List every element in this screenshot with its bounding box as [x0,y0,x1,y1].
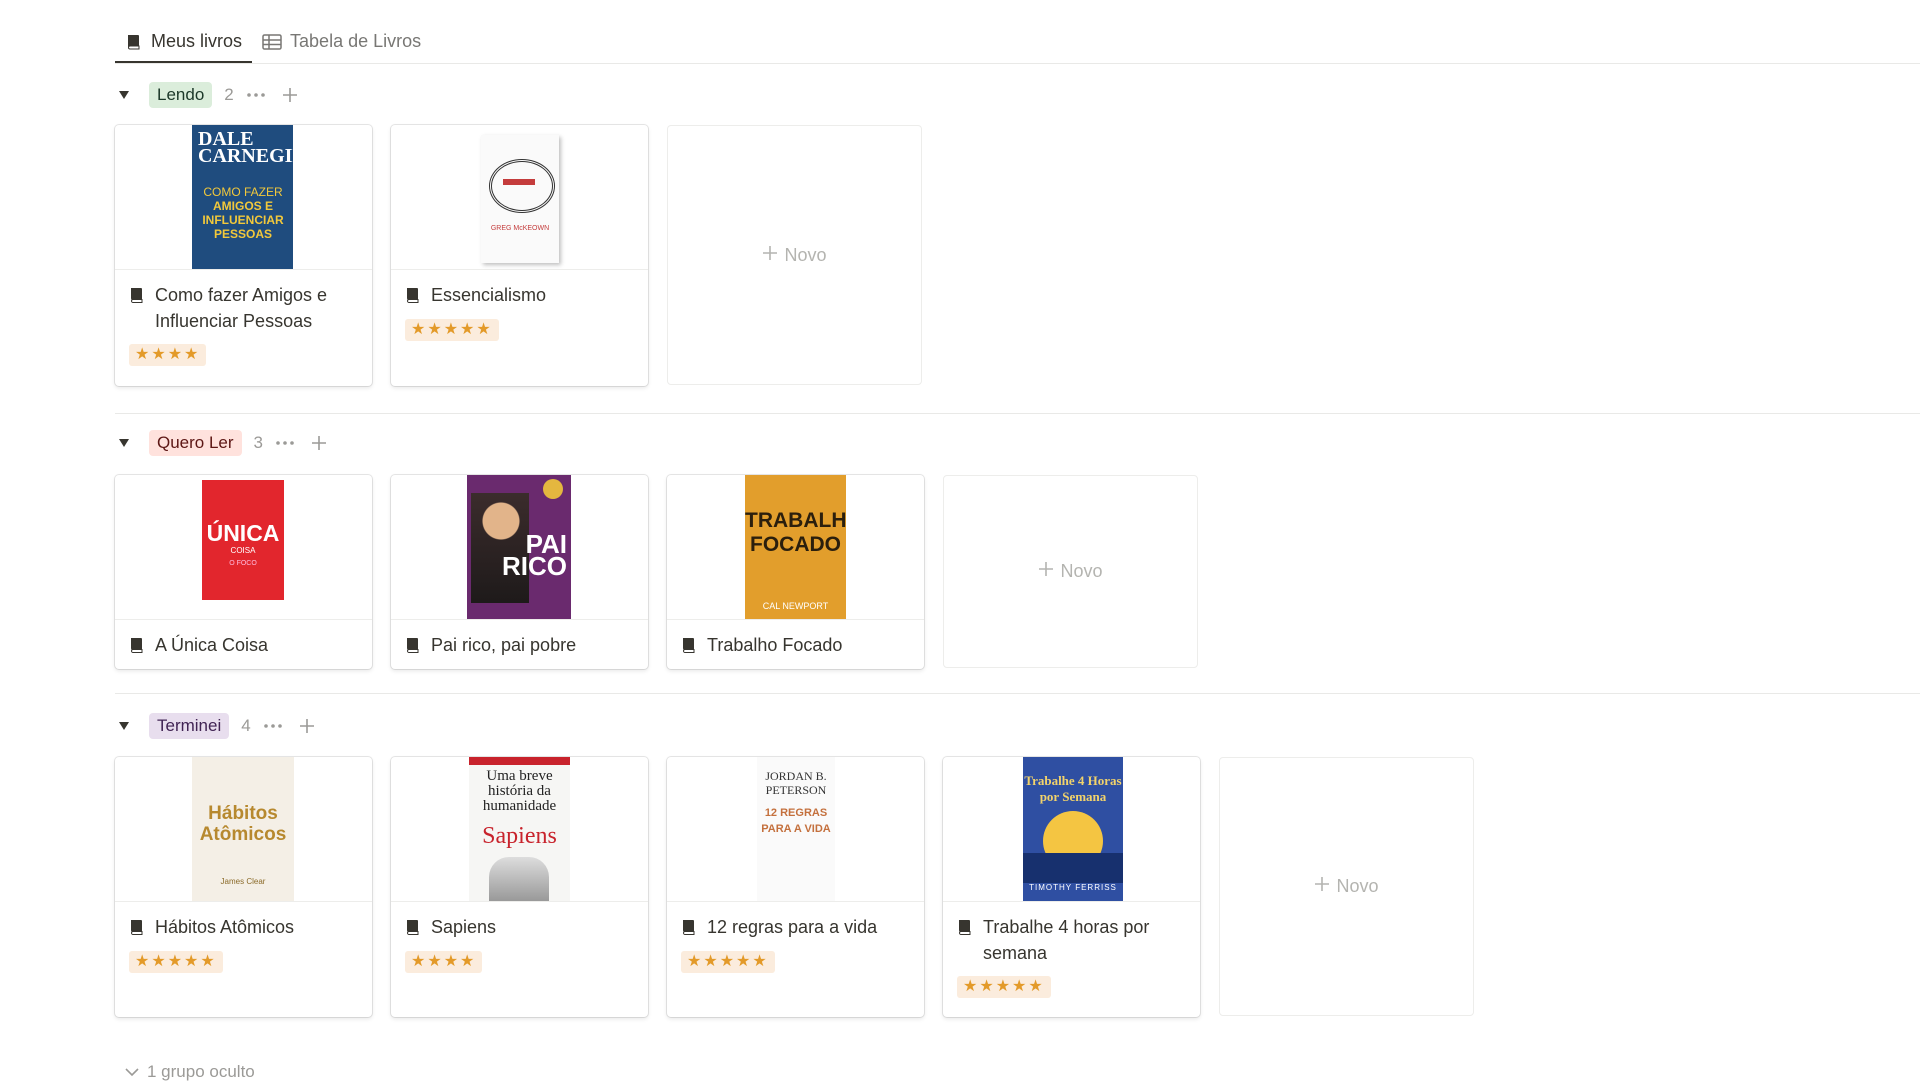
group-header-quero-ler: Quero Ler 3 [115,426,1920,460]
book-icon [129,287,145,309]
cover-art: ÚNICA COISA O FOCO [202,480,284,600]
book-title: A Única Coisa [155,635,269,655]
book-icon [681,919,697,941]
more-options-icon[interactable] [273,431,297,455]
book-icon [129,919,145,941]
plus-icon [762,245,778,266]
card-row-lendo: DALE CARNEGIE COMO FAZER AMIGOS E INFLUE… [115,125,922,386]
book-title: Sapiens [431,917,497,937]
book-cover: PAI RICO [391,475,648,620]
view-tabs: Meus livros Tabela de Livros [115,22,1920,63]
book-icon [957,919,973,941]
tab-label: Meus livros [151,31,243,51]
book-icon [125,33,143,51]
book-cover: GREG McKEOWN [391,125,648,270]
book-cover: DALE CARNEGIE COMO FAZER AMIGOS E INFLUE… [115,125,372,270]
cover-art: PAI RICO [467,475,571,619]
collapse-toggle-icon[interactable] [115,717,133,735]
group-header-terminei: Terminei 4 [115,709,1920,743]
tab-tabela-de-livros[interactable]: Tabela de Livros [252,22,431,63]
group-divider [115,693,1920,694]
group-label-pill: Terminei [149,713,230,739]
book-title: Como fazer Amigos e Influenciar Pessoas [155,285,328,331]
rating-stars: ★★★★★ [129,951,223,973]
book-title: 12 regras para a vida [707,917,878,937]
book-cover: TRABALHO FOCADO CAL NEWPORT [667,475,924,620]
book-cover: Trabalhe 4 Horas por Semana TIMOTHY FERR… [943,757,1200,902]
book-card[interactable]: Hábitos Atômicos James Clear Hábitos Atô… [115,757,372,1017]
group-header-lendo: Lendo 2 [115,78,1920,112]
group-label-pill: Lendo [149,82,213,108]
book-card[interactable]: GREG McKEOWN Essencialismo ★★★★★ [391,125,648,386]
new-card-button[interactable]: Novo [667,125,922,385]
book-icon [405,287,421,309]
group-count: 4 [241,716,251,735]
book-title: Hábitos Atômicos [155,917,295,937]
book-cover: Hábitos Atômicos James Clear [115,757,372,902]
book-icon [129,637,145,659]
cover-art: JORDAN B. PETERSON 12 REGRAS PARA A VIDA [757,757,835,901]
book-title: Pai rico, pai pobre [431,635,577,655]
rating-stars: ★★★★ [129,344,207,366]
more-options-icon[interactable] [261,714,285,738]
book-icon [405,919,421,941]
chevron-down-icon [125,1062,139,1082]
group-count: 3 [253,433,264,452]
tab-meus-livros[interactable]: Meus livros [115,22,253,63]
cover-art: TRABALHO FOCADO CAL NEWPORT [745,475,846,619]
add-icon[interactable] [307,431,331,455]
book-title: Essencialismo [431,285,547,305]
table-icon [262,33,282,51]
plus-icon [1038,561,1054,582]
book-icon [405,637,421,659]
more-options-icon[interactable] [244,83,268,107]
book-card[interactable]: DALE CARNEGIE COMO FAZER AMIGOS E INFLUE… [115,125,372,386]
group-label-pill: Quero Ler [149,430,242,456]
add-icon[interactable] [295,714,319,738]
card-row-terminei: Hábitos Atômicos James Clear Hábitos Atô… [115,757,1474,1017]
book-title: Trabalhe 4 horas por semana [983,917,1150,963]
book-cover: ÚNICA COISA O FOCO [115,475,372,620]
rating-stars: ★★★★★ [957,976,1051,998]
book-card[interactable]: JORDAN B. PETERSON 12 REGRAS PARA A VIDA… [667,757,924,1017]
collapse-toggle-icon[interactable] [115,434,133,452]
hidden-groups-label: 1 grupo oculto [147,1062,255,1081]
new-card-label: Novo [1336,876,1379,896]
cover-art: Uma breve história da humanidade Sapiens [469,757,570,901]
cover-art: GREG McKEOWN [481,135,559,263]
cover-art: Trabalhe 4 Horas por Semana TIMOTHY FERR… [1023,757,1123,901]
book-card[interactable]: PAI RICO Pai rico, pai pobre [391,475,648,669]
tabs-divider [115,63,1920,64]
collapse-toggle-icon[interactable] [115,86,133,104]
book-card[interactable]: TRABALHO FOCADO CAL NEWPORT Trabalho Foc… [667,475,924,669]
book-cover: JORDAN B. PETERSON 12 REGRAS PARA A VIDA [667,757,924,902]
book-title: Trabalho Focado [707,635,843,655]
hidden-groups-toggle[interactable]: 1 grupo oculto [125,1062,255,1082]
new-card-label: Novo [1060,561,1103,581]
rating-stars: ★★★★★ [405,319,499,341]
cover-art: Hábitos Atômicos James Clear [192,757,294,901]
book-card[interactable]: ÚNICA COISA O FOCO A Única Coisa [115,475,372,669]
group-divider [115,413,1920,414]
add-icon[interactable] [278,83,302,107]
rating-stars: ★★★★★ [681,951,775,973]
new-card-label: Novo [784,244,827,265]
book-cover: Uma breve história da humanidade Sapiens [391,757,648,902]
card-row-quero-ler: ÚNICA COISA O FOCO A Única Coisa PAI RIC… [115,475,1198,669]
book-icon [681,637,697,659]
cover-art: DALE CARNEGIE COMO FAZER AMIGOS E INFLUE… [192,125,293,269]
group-count: 2 [224,85,234,104]
book-card[interactable]: Uma breve história da humanidade Sapiens… [391,757,648,1017]
book-card[interactable]: Trabalhe 4 Horas por Semana TIMOTHY FERR… [943,757,1200,1017]
rating-stars: ★★★★ [405,951,483,973]
plus-icon [1314,876,1330,897]
tab-label: Tabela de Livros [290,31,422,51]
new-card-button[interactable]: Novo [943,475,1198,668]
new-card-button[interactable]: Novo [1219,757,1474,1016]
